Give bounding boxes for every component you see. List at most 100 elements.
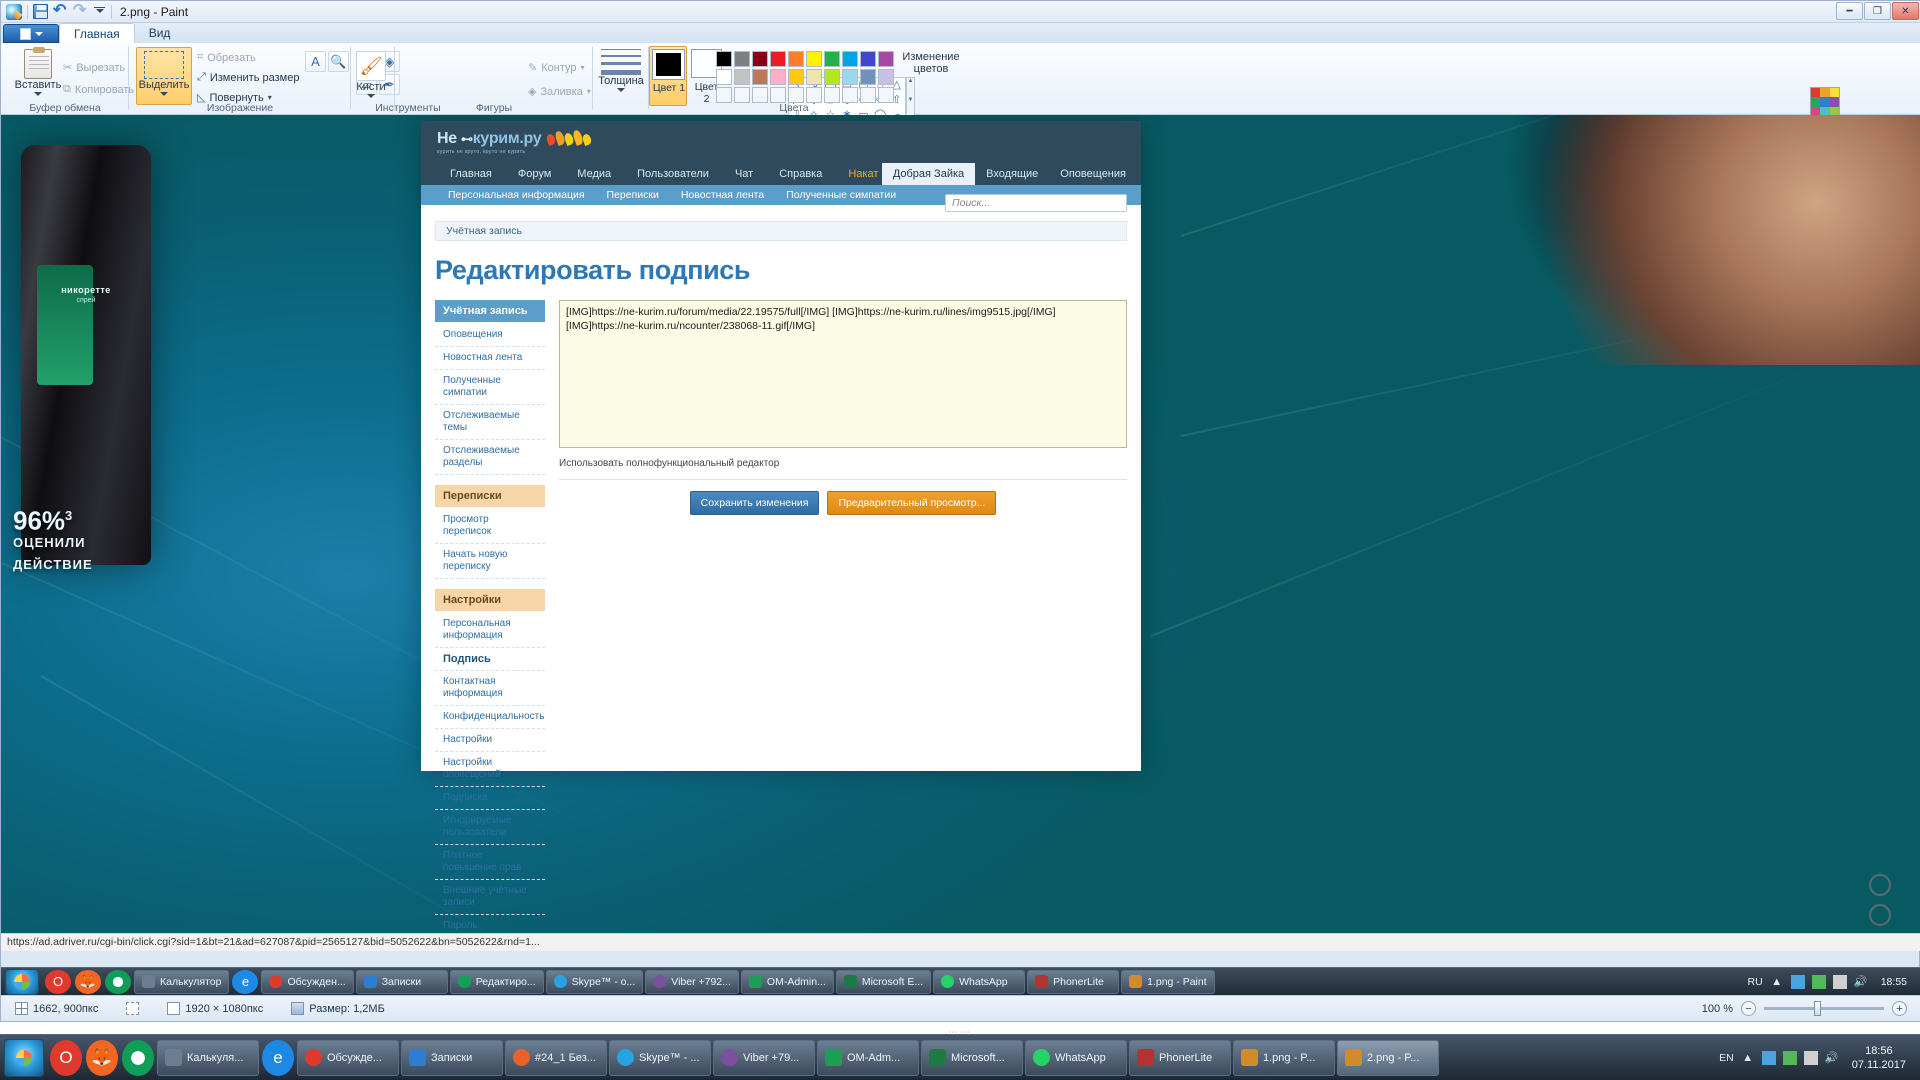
palette-swatch[interactable] (716, 87, 732, 103)
taskbar-grip[interactable]: ⋯⋯ (948, 1027, 972, 1038)
nav-item-media[interactable]: Медиа (564, 163, 624, 185)
palette-swatch[interactable] (824, 87, 840, 103)
chrome-icon[interactable] (122, 1040, 154, 1076)
show-hidden-icons-icon[interactable]: ▲ (1770, 975, 1784, 989)
palette-swatch[interactable] (716, 69, 732, 85)
close-button[interactable]: ✕ (1892, 2, 1919, 20)
firefox-icon[interactable]: 🦊 (86, 1040, 118, 1076)
taskbar-button[interactable]: 1.png - Paint (1121, 970, 1215, 994)
zoom-in-button[interactable]: + (1892, 1001, 1907, 1016)
taskbar-button[interactable]: Skype™ - о... (546, 970, 644, 994)
taskbar-button[interactable]: #24_1 Без... (505, 1040, 607, 1076)
palette-swatch[interactable] (770, 87, 786, 103)
edit-colors-button[interactable]: Изменение цветов (902, 51, 960, 75)
nav-item-username[interactable]: Добрая Зайка (882, 163, 975, 185)
taskbar-button-active[interactable]: 2.png - P... (1337, 1040, 1439, 1076)
taskbar-button[interactable]: Skype™ - ... (609, 1040, 711, 1076)
fill-button[interactable]: ◈ Заливка ▾ (528, 85, 591, 98)
subnav-item-conversations[interactable]: Переписки (596, 189, 670, 201)
tray-app-icon[interactable] (1833, 975, 1847, 989)
taskbar-button[interactable]: 1.png - P... (1233, 1040, 1335, 1076)
taskbar-button[interactable]: Редактиро... (450, 970, 544, 994)
paste-button[interactable]: Вставить (13, 49, 63, 96)
magnifier-icon[interactable]: 🔍 (328, 51, 349, 72)
sidebar-item-watched-forums[interactable]: Отслеживаемые разделы (435, 440, 545, 475)
customize-qat-caret-icon[interactable] (93, 4, 106, 19)
sidebar-item-view-conversations[interactable]: Просмотр переписок (435, 509, 545, 544)
palette-swatch[interactable] (824, 69, 840, 85)
sidebar-item-start-conversation[interactable]: Начать новую переписку (435, 544, 545, 579)
start-button[interactable] (4, 1039, 44, 1077)
opera-icon[interactable]: O (50, 1040, 82, 1076)
sidebar-item-signature[interactable]: Подпись (435, 648, 545, 671)
palette-swatch[interactable] (860, 69, 876, 85)
palette-swatch[interactable] (716, 51, 732, 67)
start-button[interactable] (5, 969, 39, 995)
sidebar-item-news-feed[interactable]: Новостная лента (435, 347, 545, 370)
crop-button[interactable]: ⌗ Обрезать (197, 51, 256, 64)
tab-home[interactable]: Главная (59, 23, 135, 43)
sidebar-item-watched-threads[interactable]: Отслеживаемые темы (435, 405, 545, 440)
nav-item-home[interactable]: Главная (437, 163, 505, 185)
taskbar-button[interactable]: OM-Adm... (817, 1040, 919, 1076)
copy-button[interactable]: ⧉ Копировать (63, 83, 134, 96)
nav-item-chat[interactable]: Чат (722, 163, 766, 185)
preview-button[interactable]: Предварительный просмотр... (827, 491, 996, 515)
brushes-button[interactable]: 🖌 Кисти (354, 51, 388, 98)
palette-swatch[interactable] (770, 69, 786, 85)
clock[interactable]: 18:56 07.11.2017 (1846, 1044, 1912, 1072)
palette-swatch[interactable] (734, 51, 750, 67)
redo-icon[interactable] (73, 4, 88, 19)
network-icon[interactable] (1762, 1051, 1776, 1065)
sidebar-item-paid-upgrade[interactable]: Платное повышение прав (435, 845, 545, 880)
battery-icon[interactable] (1812, 975, 1826, 989)
palette-swatch[interactable] (824, 51, 840, 67)
signature-textarea[interactable] (559, 300, 1127, 448)
ie-icon[interactable]: e (232, 970, 258, 994)
palette-swatch[interactable] (806, 87, 822, 103)
zoom-slider[interactable] (1764, 1007, 1884, 1010)
opera-icon[interactable]: O (45, 970, 71, 994)
maximize-button[interactable]: ❐ (1864, 2, 1891, 20)
palette-swatch[interactable] (770, 51, 786, 67)
select-button-inner[interactable]: Выделить (140, 51, 188, 96)
outline-button[interactable]: ✎ Контур ▾ (528, 61, 585, 74)
tab-view[interactable]: Вид (135, 23, 185, 43)
sidebar-item-privacy[interactable]: Конфиденциальность (435, 706, 545, 729)
sidebar-item-contact-details[interactable]: Контактная информация (435, 671, 545, 706)
subnav-item-likes[interactable]: Полученные симпатии (775, 189, 907, 201)
taskbar-button[interactable]: Калькулятор (134, 970, 229, 994)
nav-item-inbox[interactable]: Входящие (975, 163, 1049, 185)
zoom-slider-thumb[interactable] (1814, 1001, 1821, 1016)
palette-swatch[interactable] (734, 87, 750, 103)
breadcrumb-item-account[interactable]: Учётная запись (436, 222, 532, 240)
palette-swatch[interactable] (878, 87, 894, 103)
nav-item-alerts[interactable]: Оповещения (1049, 163, 1137, 185)
battery-icon[interactable] (1783, 1051, 1797, 1065)
tray-app-icon[interactable] (1804, 1051, 1818, 1065)
taskbar-button[interactable]: OM-Admin... (741, 970, 834, 994)
subnav-item-personal-info[interactable]: Персональная информация (437, 189, 596, 201)
color-palette[interactable] (716, 51, 894, 103)
paint-canvas[interactable]: никоретте спрей 96%3 ОЦЕНИЛИ ДЕЙСТВИЕ Не… (1, 115, 1920, 951)
palette-swatch[interactable] (842, 51, 858, 67)
taskbar-button[interactable]: Обсужде... (297, 1040, 399, 1076)
palette-swatch[interactable] (752, 69, 768, 85)
taskbar-button[interactable]: Viber +79... (713, 1040, 815, 1076)
palette-swatch[interactable] (788, 87, 804, 103)
firefox-icon[interactable]: 🦊 (75, 970, 101, 994)
sidebar-item-alerts[interactable]: Оповещения (435, 324, 545, 347)
palette-swatch[interactable] (842, 87, 858, 103)
minimize-button[interactable]: ━ (1836, 2, 1863, 20)
sidebar-item-alert-preferences[interactable]: Настройки оповещений (435, 752, 545, 787)
save-icon[interactable] (33, 4, 48, 19)
palette-swatch[interactable] (752, 51, 768, 67)
undo-icon[interactable] (53, 4, 68, 19)
palette-swatch[interactable] (860, 51, 876, 67)
site-logo[interactable]: Не ⊷курим.ру курить не круто, круто не к… (437, 130, 541, 155)
volume-icon[interactable]: 🔊 (1854, 975, 1868, 989)
color1-button[interactable]: Цвет 1 (649, 46, 687, 106)
palette-swatch[interactable] (788, 51, 804, 67)
text-a-icon[interactable]: A (305, 51, 326, 72)
save-button[interactable]: Сохранить изменения (690, 491, 820, 515)
